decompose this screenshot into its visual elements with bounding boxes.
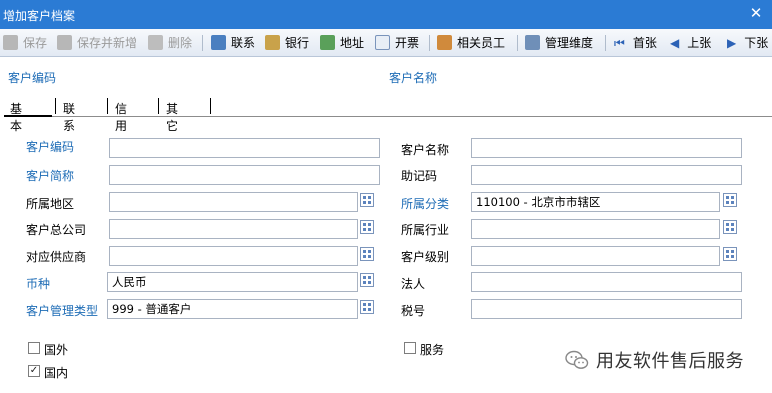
prev-button[interactable]: ◀ 上张 [670, 33, 711, 53]
name-input[interactable] [471, 138, 742, 158]
toolbar: 保存 保存并新增 删除 联系 银行 地址 开票 相关员工 管理维度 ⏮ 首张 ◀ 上… [0, 29, 772, 57]
tab-separator [107, 98, 108, 114]
industry-input[interactable] [471, 219, 720, 239]
tab-separator [158, 98, 159, 114]
parent-company-picker-icon[interactable] [360, 220, 374, 234]
dims-icon [525, 35, 540, 50]
category-picker-icon[interactable] [723, 193, 737, 207]
save-new-icon [57, 35, 72, 50]
short-name-label: 客户简称 [26, 169, 75, 183]
parent-company-label: 客户总公司 [26, 223, 87, 237]
tax-number-input[interactable] [471, 299, 742, 319]
invoice-button[interactable]: 开票 [375, 33, 419, 53]
category-input[interactable]: 110100 - 北京市市辖区 [471, 192, 720, 212]
next-icon: ▶ [727, 36, 737, 50]
supplier-input[interactable] [109, 246, 358, 266]
address-button[interactable]: 地址 [320, 33, 364, 53]
supplier-picker-icon[interactable] [360, 247, 374, 261]
close-icon[interactable]: ✕ [748, 4, 764, 22]
tab-separator [55, 98, 56, 114]
legal-person-input[interactable] [471, 272, 742, 292]
delete-button[interactable]: 删除 [148, 33, 192, 53]
mnemonic-input[interactable] [471, 165, 742, 185]
header-code-label: 客户编码 [8, 71, 57, 85]
legal-person-label: 法人 [401, 277, 426, 291]
next-button[interactable]: ▶ 下张 [727, 33, 768, 53]
foreign-checkbox[interactable] [28, 342, 40, 354]
title-bar: 增加客户档案 ✕ [0, 0, 772, 29]
delete-icon [148, 35, 163, 50]
tab-other[interactable]: 其它 [166, 100, 178, 134]
bank-button[interactable]: 银行 [265, 33, 309, 53]
window-title: 增加客户档案 [3, 9, 76, 23]
tax-number-label: 税号 [401, 304, 426, 318]
tab-contact[interactable]: 联系 [63, 100, 75, 134]
region-picker-icon[interactable] [360, 193, 374, 207]
region-input[interactable] [109, 192, 358, 212]
currency-input[interactable]: 人民币 [107, 272, 358, 292]
code-input[interactable] [109, 138, 380, 158]
toolbar-separator [429, 35, 430, 51]
domestic-checkbox[interactable]: ✓ [28, 365, 40, 377]
category-label: 所属分类 [401, 197, 450, 211]
domestic-label: 国内 [44, 366, 69, 380]
region-label: 所属地区 [26, 197, 75, 211]
parent-company-input[interactable] [109, 219, 358, 239]
bank-icon [265, 35, 280, 50]
toolbar-separator [517, 35, 518, 51]
toolbar-separator [202, 35, 203, 51]
supplier-label: 对应供应商 [26, 250, 87, 264]
first-button[interactable]: ⏮ 首张 [614, 33, 657, 53]
address-icon [320, 35, 335, 50]
level-input[interactable] [471, 246, 720, 266]
name-label: 客户名称 [401, 143, 450, 157]
management-type-input[interactable]: 999 - 普通客户 [107, 299, 358, 319]
level-label: 客户级别 [401, 250, 450, 264]
tab-credit[interactable]: 信用 [115, 100, 127, 134]
staff-button[interactable]: 相关员工 [437, 33, 505, 53]
currency-picker-icon[interactable] [360, 273, 374, 287]
code-label: 客户编码 [26, 140, 75, 154]
dims-button[interactable]: 管理维度 [525, 33, 593, 53]
first-icon: ⏮ [614, 36, 625, 50]
contact-button[interactable]: 联系 [211, 33, 255, 53]
staff-icon [437, 35, 452, 50]
management-type-label: 客户管理类型 [26, 304, 99, 318]
service-label: 服务 [420, 343, 445, 357]
save-new-button[interactable]: 保存并新增 [57, 33, 137, 53]
service-checkbox[interactable] [404, 342, 416, 354]
header-name-label: 客户名称 [389, 71, 438, 85]
tab-separator [210, 98, 211, 114]
wechat-icon [565, 350, 589, 369]
tab-basic[interactable]: 基本 [10, 100, 22, 134]
management-type-picker-icon[interactable] [360, 300, 374, 314]
currency-label: 币种 [26, 277, 51, 291]
save-icon [3, 35, 18, 50]
watermark-text: 用友软件售后服务 [596, 351, 744, 372]
industry-picker-icon[interactable] [723, 220, 737, 234]
active-tab-underline [4, 115, 52, 117]
short-name-input[interactable] [109, 165, 380, 185]
industry-label: 所属行业 [401, 223, 450, 237]
save-button[interactable]: 保存 [3, 33, 47, 53]
toolbar-separator [605, 35, 606, 51]
contact-icon [211, 35, 226, 50]
foreign-label: 国外 [44, 343, 69, 357]
level-picker-icon[interactable] [723, 247, 737, 261]
prev-icon: ◀ [670, 36, 680, 50]
mnemonic-label: 助记码 [401, 169, 438, 183]
invoice-icon [375, 35, 390, 50]
tab-baseline [52, 116, 772, 117]
